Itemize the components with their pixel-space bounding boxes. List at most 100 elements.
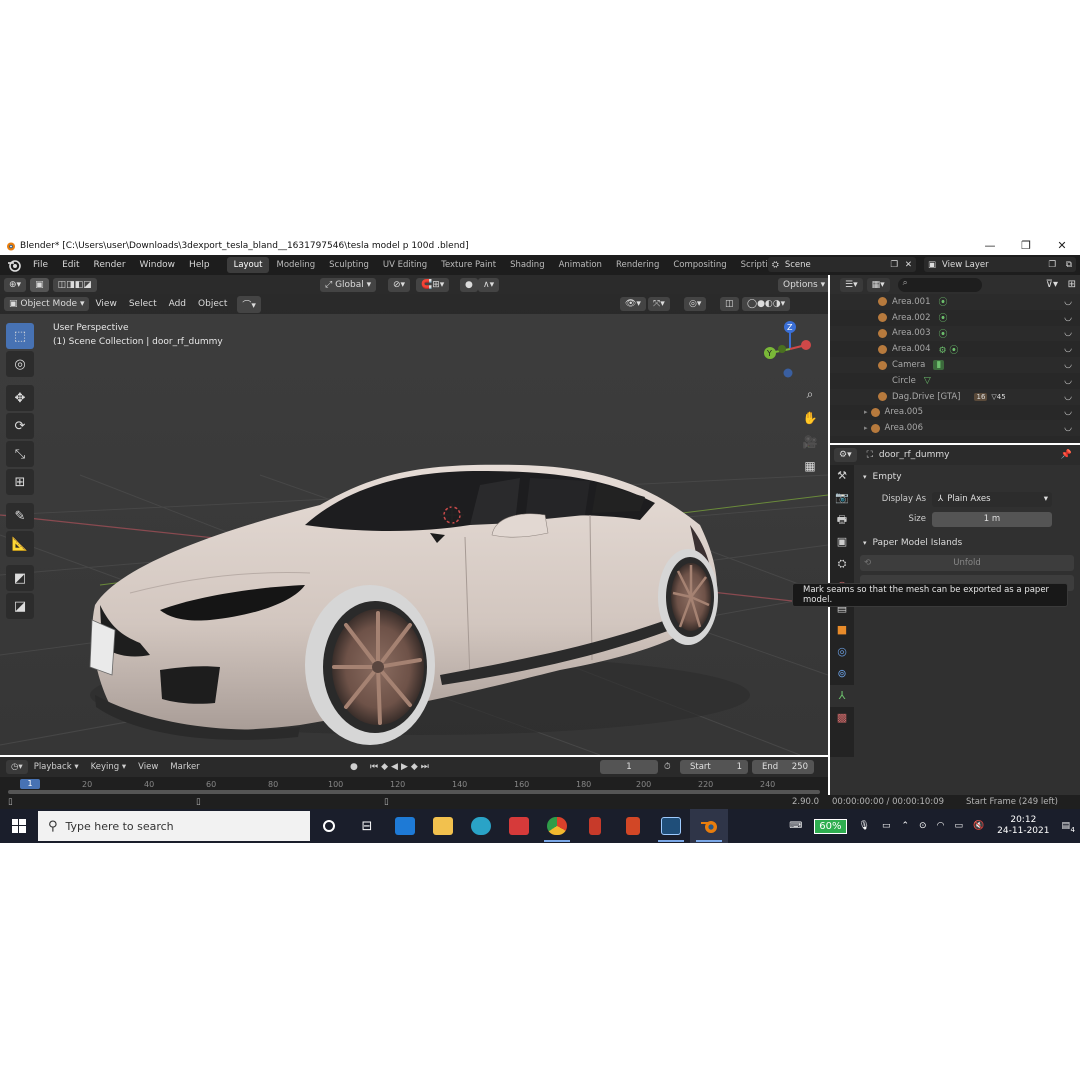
powerpoint-icon[interactable] xyxy=(614,809,652,843)
stopwatch-icon[interactable]: ⏱ xyxy=(664,762,671,772)
navigation-gizmo[interactable]: Z Y xyxy=(760,319,820,379)
record-icon[interactable]: ● xyxy=(350,762,358,772)
render-tab-icon[interactable]: 📷 xyxy=(830,487,854,509)
current-frame-marker[interactable]: 1 xyxy=(20,779,40,789)
timeline-ruler[interactable]: 1 20 40 60 80 100 120 140 160 180 200 22… xyxy=(0,777,828,795)
outliner-item-area-003[interactable]: Area.003 ⦿ ◡ xyxy=(830,325,1080,342)
outliner-item-area-004[interactable]: Area.004 ⚙ ⦿ ◡ xyxy=(830,341,1080,357)
volume-muted-icon[interactable]: 🔇 xyxy=(973,821,984,831)
physics-tab-icon[interactable]: ◎ xyxy=(830,641,854,663)
expand-icon[interactable]: ▸ xyxy=(864,408,868,416)
battery-icon[interactable]: ▭ xyxy=(954,821,963,831)
tool-tab-icon[interactable]: ⚒ xyxy=(830,465,854,487)
edge-icon[interactable] xyxy=(462,809,500,843)
chevron-up-icon[interactable]: ⌃ xyxy=(901,821,909,831)
taskbar-search[interactable]: ⚲ Type here to search xyxy=(38,811,310,841)
transform-tool-icon[interactable]: ⊞ xyxy=(6,469,34,495)
tab-uv-editing[interactable]: UV Editing xyxy=(376,257,434,273)
pin-icon[interactable]: 📌 xyxy=(1061,450,1072,460)
snap-icon[interactable]: 🧲⊞▾ xyxy=(416,277,450,292)
view-layer-tab-icon[interactable]: ▣ xyxy=(830,531,854,553)
minimize-icon[interactable]: — xyxy=(972,239,1008,252)
paper-model-panel-header[interactable]: ▾ Paper Model Islands xyxy=(857,533,1077,553)
outliner-item-area-002[interactable]: Area.002 ⦿ ◡ xyxy=(830,310,1080,326)
file-explorer-icon[interactable] xyxy=(424,809,462,843)
close-icon[interactable]: ✕ xyxy=(1044,239,1080,252)
tab-texture-paint[interactable]: Texture Paint xyxy=(434,257,503,273)
chrome-icon[interactable] xyxy=(538,809,576,843)
playback-controls[interactable]: ⏮◆◀▶◆⏭ xyxy=(370,762,432,772)
new-layer-icon[interactable]: ⧉ xyxy=(1066,260,1072,270)
end-frame-field[interactable]: End 250 xyxy=(752,760,814,774)
eye-icon[interactable]: ◡ xyxy=(1064,407,1072,417)
new-collection-icon[interactable]: ⊞ xyxy=(1068,279,1076,290)
ortho-grid-icon[interactable]: ▦ xyxy=(800,456,820,476)
unfold-button[interactable]: ⟲ Unfold xyxy=(860,555,1074,571)
start-frame-field[interactable]: Start 1 xyxy=(680,760,748,774)
terminal-icon[interactable] xyxy=(652,809,690,843)
menu-object[interactable]: Object xyxy=(192,299,233,309)
tab-layout[interactable]: Layout xyxy=(226,257,270,273)
menu-window[interactable]: Window xyxy=(133,260,183,270)
menu-playback[interactable]: Playback ▾ xyxy=(28,762,85,772)
eye-icon[interactable]: ◡ xyxy=(1064,328,1072,338)
eye-icon[interactable]: ◡ xyxy=(1064,423,1072,433)
microphone-icon[interactable]: 🎙 xyxy=(859,821,870,831)
properties-editor-icon[interactable]: ⚙▾ xyxy=(834,448,857,462)
gpencil-icon[interactable]: ⌒▾ xyxy=(237,295,261,313)
eye-icon[interactable]: ◡ xyxy=(1064,360,1072,370)
options-button[interactable]: Options ▾ xyxy=(778,277,828,292)
app-icon[interactable] xyxy=(576,809,614,843)
tab-rendering[interactable]: Rendering xyxy=(609,257,666,273)
zoom-icon[interactable]: ⌕ xyxy=(800,384,820,404)
3d-viewport[interactable]: ⊕▾ ▣ ◫◨◧◪ ⤢ Global ▾ ⊘▾ 🧲⊞▾ ● ∧▾ Options… xyxy=(0,275,828,755)
camera-icon[interactable]: ⊙ xyxy=(919,821,927,831)
annotate-tool-icon[interactable]: ✎ xyxy=(6,503,34,529)
xray-icon[interactable]: ◫ xyxy=(720,297,739,311)
menu-view[interactable]: View xyxy=(89,299,122,309)
eye-icon[interactable]: ◡ xyxy=(1064,344,1072,354)
scene-tab-icon[interactable]: ⛭ xyxy=(830,553,854,575)
transform-orientation-select[interactable]: ⤢ Global ▾ xyxy=(320,277,377,292)
blender-taskbar-icon[interactable] xyxy=(690,809,728,843)
extrude-tool-icon[interactable]: ◪ xyxy=(6,593,34,619)
task-view-icon[interactable]: ⊟ xyxy=(348,809,386,843)
eye-icon[interactable]: ◡ xyxy=(1064,392,1072,402)
eye-icon[interactable]: ◡ xyxy=(1064,376,1072,386)
view-layer-selector[interactable]: ▣ View Layer ❐ ⧉ xyxy=(924,257,1076,272)
measure-tool-icon[interactable]: 📐 xyxy=(6,531,34,557)
output-tab-icon[interactable]: 🖶 xyxy=(830,509,854,531)
menu-keying[interactable]: Keying ▾ xyxy=(85,762,133,772)
timeline-scrollbar[interactable] xyxy=(8,790,820,794)
selection-mode-icons[interactable]: ◫◨◧◪ xyxy=(52,277,97,292)
visibility-icon[interactable]: 👁▾ xyxy=(620,297,646,311)
move-tool-icon[interactable]: ✥ xyxy=(6,385,34,411)
wifi-icon[interactable]: ◠ xyxy=(937,821,945,831)
rotate-tool-icon[interactable]: ⟳ xyxy=(6,413,34,439)
proportional-edit-icon[interactable]: ● xyxy=(460,277,478,292)
editor-type-icon[interactable]: ⊕▾ xyxy=(4,277,27,292)
menu-select[interactable]: Select xyxy=(123,299,163,309)
outliner-item-circle[interactable]: Circle ▽ ◡ xyxy=(830,373,1080,389)
constraints-tab-icon[interactable]: ⊚ xyxy=(830,663,854,685)
size-field[interactable]: 1 m xyxy=(932,511,1052,527)
tab-sculpting[interactable]: Sculpting xyxy=(322,257,376,273)
outliner-item-dag-drive[interactable]: Dag.Drive [GTA] 16 ▽45 ◡ xyxy=(830,388,1080,405)
outliner-item-camera[interactable]: Camera ▮ ◡ xyxy=(830,357,1080,373)
pivot-icon[interactable]: ⊘▾ xyxy=(388,277,411,292)
reader-icon[interactable] xyxy=(500,809,538,843)
battery-indicator[interactable]: 60% xyxy=(814,818,847,834)
add-cube-tool-icon[interactable]: ◩ xyxy=(6,565,34,591)
cursor-tool-icon[interactable]: ◎ xyxy=(6,351,34,377)
maximize-icon[interactable]: ❐ xyxy=(1008,239,1044,252)
cortana-icon[interactable] xyxy=(310,809,348,843)
menu-marker[interactable]: Marker xyxy=(164,762,205,772)
menu-edit[interactable]: Edit xyxy=(55,260,86,270)
menu-timeline-view[interactable]: View xyxy=(132,762,164,772)
pan-hand-icon[interactable]: ✋ xyxy=(800,408,820,428)
viewport-scene[interactable] xyxy=(0,275,828,755)
keyboard-icon[interactable]: ⌨ xyxy=(789,821,802,831)
mode-select[interactable]: ▣ Object Mode ▾ xyxy=(4,297,90,311)
select-tool-icon[interactable]: ⬚ xyxy=(6,323,34,349)
outliner-editor-icon[interactable]: ☰▾ xyxy=(840,277,863,292)
